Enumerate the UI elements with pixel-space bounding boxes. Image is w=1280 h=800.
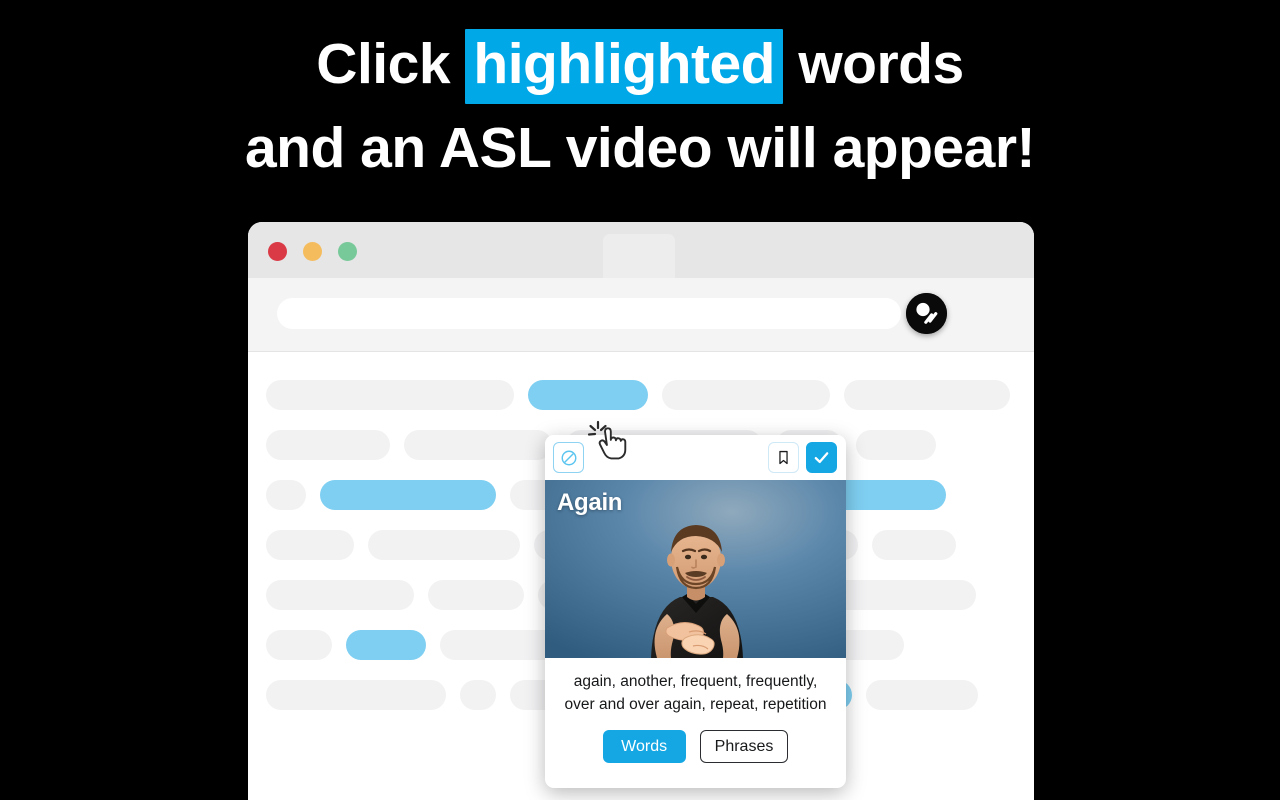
headline-line-1: Click highlighted words: [0, 22, 1280, 106]
highlighted-word-placeholder[interactable]: [320, 480, 496, 510]
popup-header: [545, 435, 846, 480]
close-window-button[interactable]: [268, 242, 287, 261]
text-placeholder: [368, 530, 520, 560]
asl-video-player[interactable]: Again: [545, 480, 846, 658]
block-word-button[interactable]: [553, 442, 584, 473]
maximize-window-button[interactable]: [338, 242, 357, 261]
text-placeholder: [856, 430, 936, 460]
asl-word-label: Again: [557, 489, 623, 516]
skeleton-row: [266, 380, 1016, 410]
highlighted-word-placeholder[interactable]: [346, 630, 426, 660]
confirm-word-button[interactable]: [806, 442, 837, 473]
text-placeholder: [866, 680, 978, 710]
bookmark-icon: [779, 450, 788, 465]
browser-titlebar: [248, 222, 1034, 278]
text-placeholder: [266, 380, 514, 410]
text-placeholder: [266, 530, 354, 560]
minimize-window-button[interactable]: [303, 242, 322, 261]
text-placeholder: [428, 580, 524, 610]
text-placeholder: [662, 380, 830, 410]
asl-extension-button[interactable]: [906, 293, 947, 334]
promo-screenshot: Click highlighted words and an ASL video…: [0, 0, 1280, 800]
text-placeholder: [266, 430, 390, 460]
highlighted-word-placeholder[interactable]: [528, 380, 648, 410]
popup-body: again, another, frequent, frequently, ov…: [545, 658, 846, 763]
text-placeholder: [404, 430, 552, 460]
tab-phrases[interactable]: Phrases: [699, 730, 789, 763]
tab-words[interactable]: Words: [602, 730, 686, 763]
text-placeholder: [844, 380, 1010, 410]
text-placeholder: [266, 680, 446, 710]
text-placeholder: [266, 480, 306, 510]
asl-word-popup-card: Again again, another, frequent, frequent…: [545, 435, 846, 788]
window-controls: [268, 242, 357, 261]
headline-text-after: words: [782, 32, 964, 96]
bookmark-word-button[interactable]: [768, 442, 799, 473]
synonyms-text: again, another, frequent, frequently, ov…: [564, 673, 827, 713]
block-circle-slash-icon: [561, 450, 576, 465]
browser-tab[interactable]: [603, 234, 675, 278]
headline-text-before: Click: [316, 32, 466, 96]
text-placeholder: [460, 680, 496, 710]
headline-highlight: highlighted: [465, 29, 783, 104]
url-input[interactable]: [277, 298, 901, 329]
check-icon: [814, 452, 829, 464]
text-placeholder: [266, 580, 414, 610]
text-placeholder: [266, 630, 332, 660]
headline-line-2: and an ASL video will appear!: [244, 116, 1036, 180]
popup-tab-group: Words Phrases: [557, 730, 834, 763]
page-title: Click highlighted words and an ASL video…: [0, 22, 1280, 190]
text-placeholder: [872, 530, 956, 560]
browser-toolbar: [248, 278, 1034, 352]
